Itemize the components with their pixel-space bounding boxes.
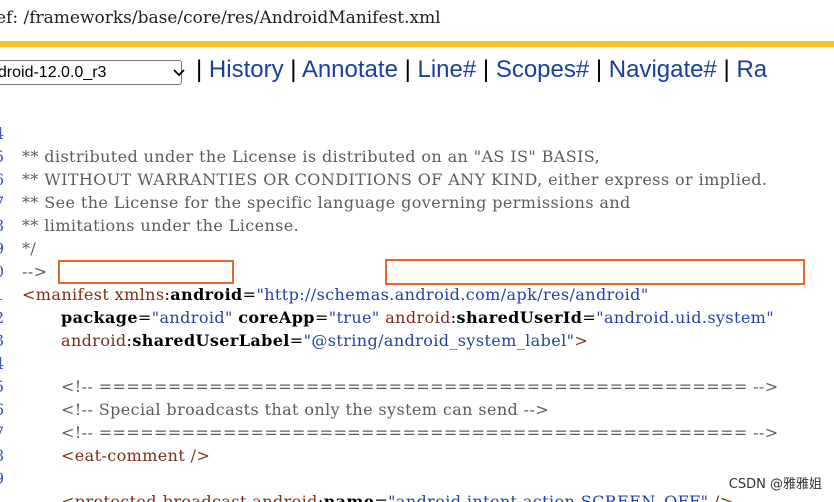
- code-line: 3: [0, 306, 36, 350]
- code-line: 7 <eat-comment />: [0, 398, 210, 465]
- scopes-link[interactable]: Scopes#: [496, 56, 589, 83]
- code-line: 5 <!-- Special broadcasts that only the …: [0, 352, 549, 419]
- code-line: 4 <!-- =================================…: [0, 329, 778, 396]
- watermark: CSDN @雅雅姐: [728, 477, 822, 492]
- code-text: ** distributed under the License is dist…: [22, 147, 601, 166]
- version-select[interactable]: ndroid-12.0.0_r3: [0, 60, 185, 85]
- code-text: android:sharedUserLabel="@string/android…: [61, 331, 589, 350]
- code-line: 9 <protected-broadcast android:name="and…: [0, 444, 733, 502]
- highlight-box-shared-user-id: [385, 259, 805, 285]
- history-link[interactable]: History: [209, 56, 284, 83]
- code-text: package="android" coreApp="true" android…: [61, 308, 775, 327]
- code-line: 5 ** WITHOUT WARRANTIES OR CONDITIONS OF…: [0, 122, 767, 189]
- code-line: 0 <manifest xmlns:android="http://schema…: [0, 237, 648, 304]
- code-text: <manifest xmlns:android="http://schemas.…: [22, 285, 649, 304]
- line-number-link[interactable]: Line#: [418, 56, 477, 83]
- code-text: ** limitations under the License.: [22, 216, 300, 235]
- file-path: ef: /frameworks/base/core/res/AndroidMan…: [0, 8, 441, 28]
- nav-links: | History | Annotate | Line# | Scopes# |…: [196, 56, 768, 83]
- code-text: ** See the License for the specific lang…: [22, 193, 631, 212]
- code-line: 9 -->: [0, 214, 47, 281]
- line-number[interactable]: 9: [0, 467, 10, 490]
- code-line: 8 */: [0, 191, 36, 258]
- annotate-link[interactable]: Annotate: [302, 56, 398, 83]
- file-path-bar: ef: /frameworks/base/core/res/AndroidMan…: [0, 0, 834, 42]
- code-text: <!-- Special broadcasts that only the sy…: [61, 400, 550, 419]
- code-line: 7 ** limitations under the License.: [0, 168, 299, 235]
- code-text: <!-- ===================================…: [61, 423, 779, 442]
- code-line: 8: [0, 421, 36, 465]
- code-line: 2 android:sharedUserLabel="@string/andro…: [0, 283, 588, 350]
- code-line: 6 <!-- =================================…: [0, 375, 778, 442]
- code-line: 4 ** distributed under the License is di…: [0, 99, 600, 166]
- code-text: ** WITHOUT WARRANTIES OR CONDITIONS OF A…: [22, 170, 768, 189]
- nav-bar: ndroid-12.0.0_r3 | History | Annotate | …: [0, 47, 834, 97]
- highlight-box-package: [58, 260, 234, 284]
- source-code-view: 4 ** distributed under the License is di…: [0, 102, 834, 502]
- raw-link[interactable]: Ra: [736, 56, 767, 83]
- code-text: <!-- ===================================…: [61, 377, 779, 396]
- navigate-link[interactable]: Navigate#: [609, 56, 717, 83]
- version-select-value: ndroid-12.0.0_r3: [0, 64, 107, 81]
- code-line: 1 package="android" coreApp="true" andro…: [0, 260, 774, 327]
- code-text: <eat-comment />: [61, 446, 211, 465]
- code-line: 6 ** See the License for the specific la…: [0, 145, 630, 212]
- code-text: <protected-broadcast android:name="andro…: [61, 492, 734, 502]
